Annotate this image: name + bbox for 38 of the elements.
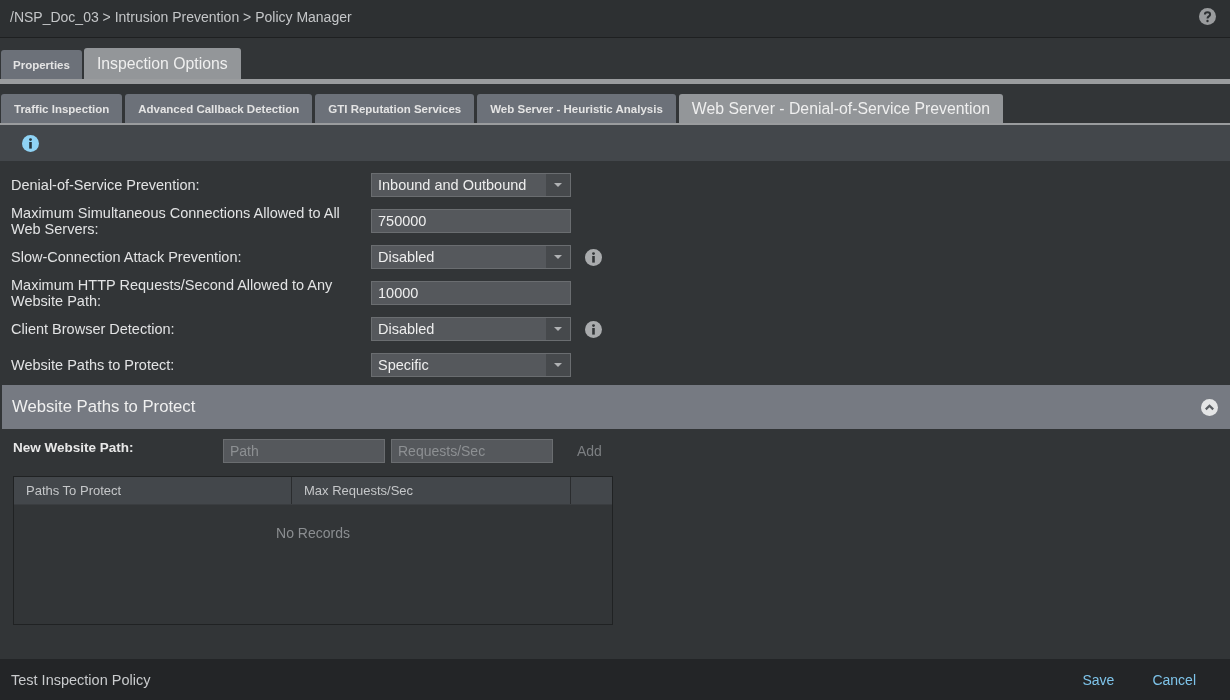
info-icon[interactable] (585, 248, 602, 266)
dropdown[interactable]: Inbound and Outbound (371, 173, 571, 197)
field-label: Maximum HTTP Requests/Second Allowed to Any Website Path: (11, 277, 334, 309)
field-label: Client Browser Detection: (11, 321, 176, 337)
dropdown[interactable]: Specific (371, 353, 571, 377)
column-header: Max Requests/Sec (291, 477, 570, 504)
input-field[interactable]: Requests/Sec (391, 439, 553, 463)
breadcrumb: /NSP_Doc_03 > Intrusion Prevention > Policy Manager (10, 8, 352, 25)
footer-button[interactable]: Cancel (1148, 671, 1200, 688)
caret-icon (546, 174, 570, 196)
field-label: Maximum Simultaneous Connections Allowed to All Web Servers: (11, 205, 341, 237)
empty-message: No Records (276, 525, 350, 541)
test-policy-link[interactable]: Test Inspection Policy (7, 671, 155, 688)
field-label: Website Paths to Protect: (11, 357, 176, 373)
caret-icon (546, 246, 570, 268)
caret-icon (546, 354, 570, 376)
tab[interactable]: Web Server - Heuristic Analysis (477, 94, 676, 123)
field-label: Denial-of-Service Prevention: (11, 177, 201, 193)
dropdown[interactable]: Disabled (371, 317, 571, 341)
field-label: New Website Path: (13, 439, 135, 455)
tab[interactable]: Properties (1, 50, 82, 79)
collapse-icon[interactable] (1201, 398, 1218, 416)
column-header: Paths To Protect (25, 482, 123, 500)
tab[interactable]: GTI Reputation Services (315, 94, 475, 123)
input-field[interactable]: 750000 (371, 209, 571, 233)
field-label: Slow-Connection Attack Prevention: (11, 249, 243, 265)
input-field[interactable]: 10000 (371, 281, 571, 305)
dropdown[interactable]: Disabled (371, 245, 571, 269)
section-title: Website Paths to Protect (12, 397, 196, 417)
tab[interactable]: Advanced Callback Detection (125, 94, 313, 123)
tab[interactable]: Traffic Inspection (1, 94, 123, 123)
caret-icon (546, 318, 570, 340)
info-icon[interactable] (585, 320, 602, 338)
help-icon[interactable] (1199, 8, 1216, 25)
section-header[interactable]: Website Paths to Protect (2, 385, 1230, 429)
info-icon[interactable] (22, 134, 39, 152)
footer-button[interactable]: Save (1078, 671, 1119, 688)
input-field[interactable]: Path (223, 439, 385, 463)
